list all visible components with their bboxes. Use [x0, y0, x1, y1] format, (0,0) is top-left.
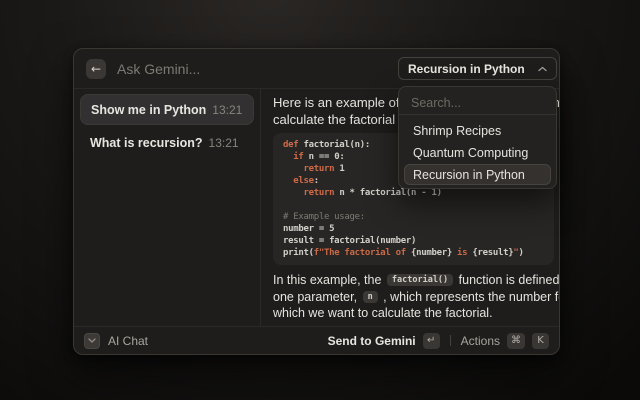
topic-dropdown-panel: Search... Shrimp RecipesQuantum Computin… — [398, 86, 557, 189]
topic-dropdown-label: Recursion in Python — [408, 62, 525, 76]
chat-history-sidebar: Show me in Python13:21What is recursion?… — [74, 89, 260, 326]
status-bar: AI Chat Send to Gemini ↵ Actions ⌘K — [74, 326, 559, 354]
send-to-gemini-label: Send to Gemini — [328, 334, 416, 348]
chat-history-time: 13:21 — [212, 103, 242, 117]
chevron-up-icon — [538, 66, 547, 72]
code-token — [283, 152, 293, 162]
code-token — [283, 188, 303, 198]
chat-history-label: Show me in Python — [91, 103, 206, 117]
explanation-text: In this example, the — [273, 273, 385, 287]
chat-history-label: What is recursion? — [90, 136, 203, 150]
dropdown-item[interactable]: Recursion in Python — [404, 164, 551, 185]
explanation-line: which we want to calculate the factorial… — [273, 305, 554, 322]
code-token: factorial(n): — [298, 140, 370, 150]
actions-button[interactable]: Actions ⌘K — [461, 333, 549, 349]
code-token: is — [452, 248, 472, 258]
dropdown-list: Shrimp RecipesQuantum ComputingRecursion… — [399, 115, 556, 190]
code-token: return — [303, 188, 334, 198]
dropdown-search-input[interactable]: Search... — [399, 87, 556, 114]
code-line: number = 5 — [283, 223, 544, 235]
footer-separator — [450, 335, 451, 346]
arrow-left-icon: ← — [91, 62, 101, 76]
explanation-paragraph: In this example, the factorial() functio… — [273, 272, 554, 322]
send-to-gemini-button[interactable]: Send to Gemini ↵ — [328, 333, 440, 349]
inline-code: n — [363, 291, 378, 303]
app-icon — [84, 333, 100, 349]
code-token: {number} — [411, 248, 452, 258]
explanation-text: one parameter, — [273, 290, 361, 304]
chat-history-time: 13:21 — [209, 136, 239, 150]
code-line: # Example usage: — [283, 211, 544, 223]
dropdown-item[interactable]: Shrimp Recipes — [404, 120, 551, 141]
actions-label: Actions — [461, 334, 500, 348]
code-token — [283, 176, 293, 186]
code-token: def — [283, 140, 298, 150]
code-token: result = factorial(number) — [283, 236, 416, 246]
key-badge: K — [532, 333, 549, 349]
code-token — [283, 164, 303, 174]
chat-history-item[interactable]: What is recursion? 13:21 — [80, 129, 254, 156]
code-token: if — [293, 152, 303, 162]
code-token: ) — [519, 248, 524, 258]
code-line — [283, 199, 544, 211]
key-badge: ⌘ — [507, 333, 525, 349]
window-header: ← Ask Gemini... Recursion in Python — [74, 49, 559, 89]
code-token: {result} — [472, 248, 513, 258]
explanation-text: which we want to calculate the factorial… — [273, 306, 493, 320]
code-token: : — [314, 176, 319, 186]
enter-key-badge: ↵ — [423, 333, 440, 349]
sidebar-list: Show me in Python13:21What is recursion?… — [80, 94, 254, 156]
chat-history-item[interactable]: Show me in Python 13:21 — [80, 94, 254, 125]
dropdown-item[interactable]: Quantum Computing — [404, 142, 551, 163]
actions-keys: ⌘K — [500, 333, 549, 349]
back-button[interactable]: ← — [86, 59, 106, 79]
chevron-down-icon — [88, 338, 96, 343]
code-token: 1 — [334, 164, 344, 174]
ask-gemini-window: ← Ask Gemini... Recursion in Python Show… — [73, 48, 560, 355]
explanation-text: function is defined with — [455, 273, 559, 287]
ask-gemini-input[interactable]: Ask Gemini... — [117, 61, 200, 77]
code-token: return — [303, 164, 334, 174]
explanation-line: one parameter, n , which represents the … — [273, 289, 554, 306]
code-token: print( — [283, 248, 314, 258]
topic-dropdown-button[interactable]: Recursion in Python — [398, 57, 557, 80]
inline-code: factorial() — [387, 274, 453, 286]
code-token: number = 5 — [283, 224, 334, 234]
code-token: f"The factorial of — [314, 248, 411, 258]
explanation-text: , which represents the number for — [380, 290, 559, 304]
explanation-line: In this example, the factorial() functio… — [273, 272, 554, 289]
code-line: result = factorial(number) — [283, 235, 544, 247]
code-token: n == 0: — [304, 152, 345, 162]
code-line: print(f"The factorial of {number} is {re… — [283, 247, 544, 259]
app-label: AI Chat — [108, 334, 148, 348]
code-token: else — [293, 176, 313, 186]
code-token: # Example usage: — [283, 212, 365, 222]
